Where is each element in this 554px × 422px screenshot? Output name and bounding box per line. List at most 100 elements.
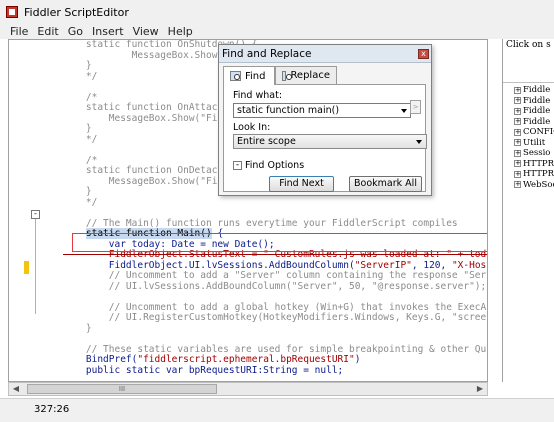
code-token: public static var bpRequestURI:String = … (63, 364, 344, 376)
expand-icon[interactable]: + (514, 160, 521, 168)
find-what-label: Find what: (233, 90, 283, 101)
tree-item-label: HTTPRe (523, 158, 554, 169)
fiddler-app-icon (6, 6, 18, 18)
tree-item[interactable]: + Fiddle (503, 85, 554, 96)
code-token: "ServerIP" (354, 259, 412, 271)
explorer-hint: Click on s (503, 39, 554, 83)
tab-find-label: Find (245, 70, 266, 82)
menu-go[interactable]: Go (68, 25, 83, 38)
tree-item[interactable]: + WebSoc (503, 180, 554, 191)
fold-guide-line (35, 219, 36, 314)
horizontal-scrollbar[interactable]: ◀ III ▶ (8, 382, 488, 396)
tree-item-label: CONFIG (523, 127, 554, 138)
tree-item-label: Fiddle (523, 95, 551, 106)
tree-item[interactable]: + Sessio (503, 148, 554, 159)
status-bar: 327:26 (0, 398, 554, 422)
scroll-thumb[interactable]: III (27, 384, 217, 394)
menu-insert[interactable]: Insert (92, 25, 124, 38)
code-line[interactable]: // UI.RegisterCustomHotkey(HotkeyModifie… (63, 312, 488, 324)
find-what-value: static function main() (237, 105, 340, 116)
expand-icon[interactable]: + (514, 97, 521, 105)
replace-icon (282, 70, 294, 81)
expand-icon[interactable]: + (514, 170, 521, 178)
code-line[interactable]: // UI.lvSessions.AddBoundColumn("Server"… (63, 280, 487, 293)
code-token: // Uncomment to add a global hotkey (Win… (63, 301, 488, 313)
find-next-button[interactable]: Find Next (269, 176, 334, 192)
tree-item[interactable]: +HTTPRe (503, 159, 554, 170)
tab-find[interactable]: Find (223, 66, 275, 85)
tab-replace[interactable]: Replace (275, 66, 337, 84)
code-token: /* (63, 91, 98, 103)
expand-icon[interactable]: + (514, 128, 521, 136)
window-title: Fiddler ScriptEditor (24, 5, 129, 19)
bookmark-all-button[interactable]: Bookmark All (349, 176, 422, 192)
tree-item-label: Fiddle (523, 116, 551, 127)
tree-item-label: WebSoc (523, 179, 554, 190)
tree-item-label: Fiddle (523, 106, 551, 117)
tree-item[interactable]: + Fiddle (503, 106, 554, 117)
find-icon (230, 71, 241, 81)
class-explorer-panel: Click on s + Fiddle + Fiddle + Fiddle + Fiddle +… (502, 39, 554, 382)
tree-item-label: Utilit (523, 137, 546, 148)
cursor-position: 327:26 (34, 404, 70, 415)
code-token: */ (63, 133, 98, 145)
code-token: /* (63, 154, 98, 166)
code-token: // UI.RegisterCustomHotkey(HotkeyModifie… (63, 312, 488, 323)
close-icon[interactable]: x (418, 49, 429, 59)
code-line[interactable]: } (63, 323, 487, 335)
code-line[interactable]: */ (63, 196, 487, 209)
title-bar: Fiddler ScriptEditor (0, 0, 554, 24)
code-token: // These static variables are used for s… (63, 343, 488, 355)
find-replace-dialog: Find and Replace x Find Replace Find wha… (218, 44, 432, 196)
chevron-down-icon[interactable] (416, 140, 422, 144)
scroll-left-icon[interactable]: ◀ (9, 383, 23, 395)
menu-file[interactable]: File (10, 25, 28, 38)
menu-bar: File Edit Go Insert View Help (0, 24, 554, 39)
tab-replace-label: Replace (290, 70, 330, 81)
look-in-select[interactable]: Entire scope (233, 134, 427, 149)
menu-edit[interactable]: Edit (37, 25, 58, 38)
code-token: "fiddlerscript.ephemeral.bpRequestURI" (137, 354, 355, 365)
tree-item[interactable]: + Utilit (503, 138, 554, 149)
tree-item-label: Sessio (523, 148, 551, 159)
find-options-expander[interactable]: - Find Options (233, 160, 304, 171)
menu-view[interactable]: View (133, 25, 159, 38)
code-token: */ (63, 70, 98, 82)
regex-helper-button[interactable]: > (410, 100, 421, 114)
tree-item[interactable]: +HTTPRe (503, 169, 554, 180)
expand-icon[interactable]: + (514, 118, 521, 126)
tree-item-label: HTTPRe (523, 169, 554, 180)
fold-collapse-icon[interactable]: - (31, 210, 40, 219)
code-token: */ (63, 196, 98, 208)
collapse-icon[interactable]: - (233, 161, 242, 170)
code-line[interactable]: public static var bpRequestURI:String = … (63, 364, 487, 377)
code-token: } (63, 123, 92, 134)
tree-item[interactable]: + Fiddle (503, 96, 554, 107)
code-token: MessageBox.Show("Fi (63, 49, 241, 61)
chevron-down-icon[interactable] (401, 109, 407, 113)
code-token: // UI.lvSessions.AddBoundColumn("Server"… (63, 280, 487, 292)
code-token: // Uncomment to add a "Server" column co… (63, 270, 488, 281)
code-token: } (63, 60, 92, 71)
tree-item-label: Fiddle (523, 85, 551, 96)
code-token: "X-HostIP" (451, 259, 487, 271)
code-token: , 120, (411, 259, 452, 271)
expand-icon[interactable]: + (514, 139, 521, 147)
dialog-title: Find and Replace (219, 45, 431, 63)
find-options-label: Find Options (245, 160, 305, 171)
expand-icon[interactable]: + (514, 107, 521, 115)
expand-icon[interactable]: + (514, 149, 521, 157)
expand-icon[interactable]: + (514, 181, 521, 189)
changed-line-marker (24, 261, 29, 274)
look-in-label: Look In: (233, 122, 271, 133)
scroll-right-icon[interactable]: ▶ (473, 383, 487, 395)
class-tree: +Fiddle+Fiddle+Fiddle+Fiddle+CONFIG+Util… (503, 85, 554, 190)
tree-item[interactable]: + Fiddle (503, 117, 554, 128)
code-token: ) (354, 354, 361, 365)
find-what-input[interactable]: static function main() (233, 103, 411, 118)
highlight-annotation-box (72, 233, 487, 252)
expand-icon[interactable]: + (514, 86, 521, 94)
menu-help[interactable]: Help (168, 25, 193, 38)
tree-item[interactable]: +CONFIG (503, 127, 554, 138)
find-tab-panel: Find what: static function main() Look I… (223, 84, 427, 192)
